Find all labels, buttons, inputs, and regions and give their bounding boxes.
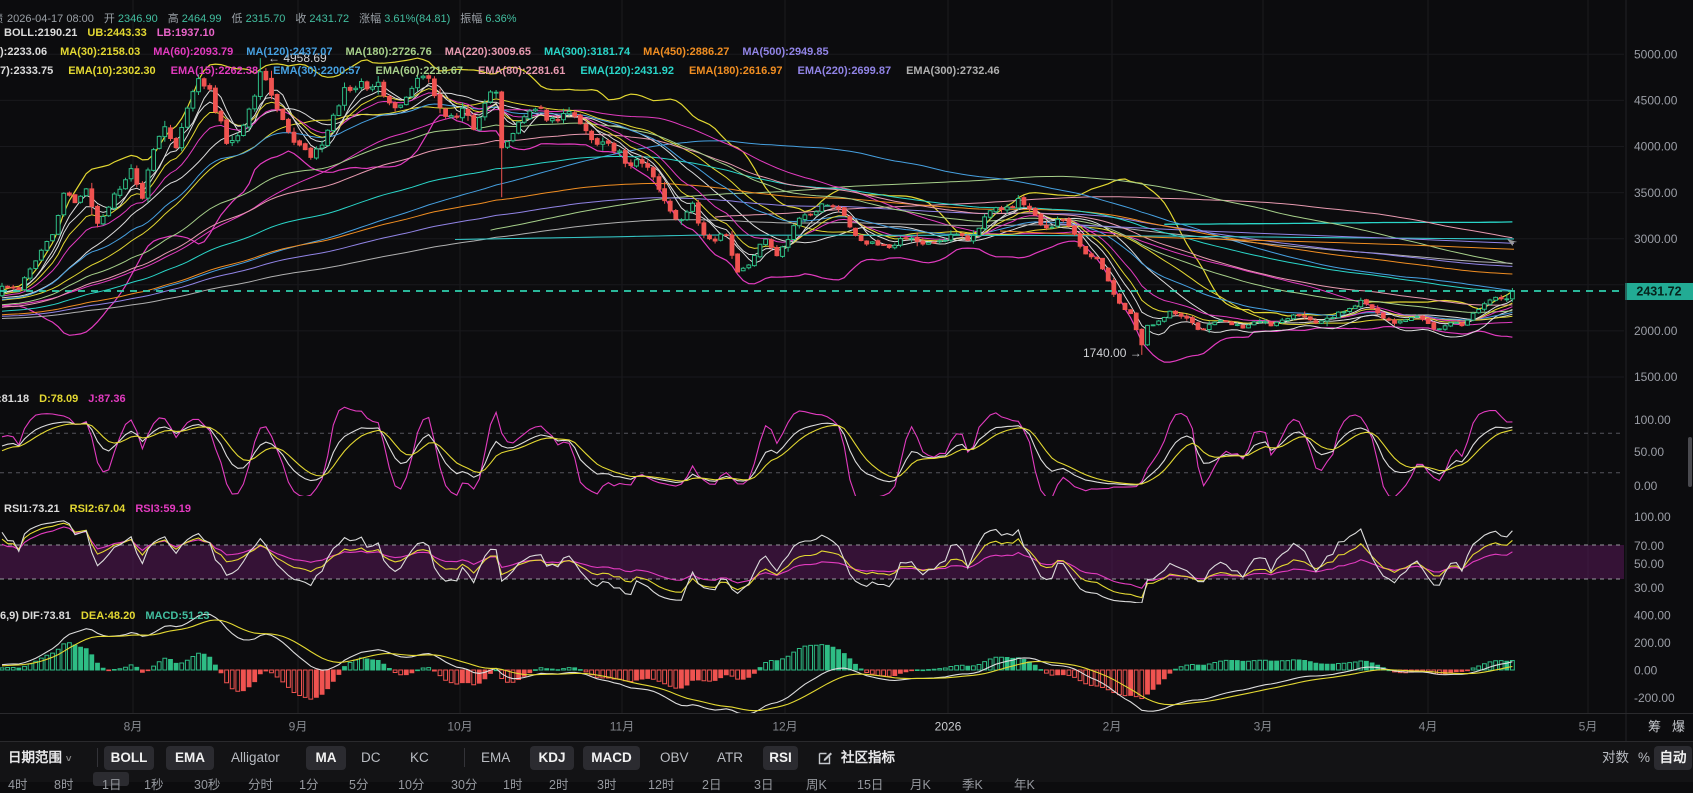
svg-text:3月: 3月 [1254, 720, 1273, 734]
svg-text:-200.00: -200.00 [1634, 691, 1675, 705]
svg-text:10月: 10月 [447, 720, 472, 734]
svg-text:50.00: 50.00 [1634, 557, 1664, 571]
svg-text:2431.72: 2431.72 [1636, 285, 1681, 299]
svg-text:0.00: 0.00 [1634, 664, 1658, 678]
svg-text:爆: 爆 [1672, 719, 1685, 734]
svg-text:100.00: 100.00 [1634, 413, 1671, 427]
svg-text:70.00: 70.00 [1634, 539, 1664, 553]
svg-text:400.00: 400.00 [1634, 609, 1671, 623]
svg-text:200.00: 200.00 [1634, 636, 1671, 650]
svg-text:11月: 11月 [610, 720, 634, 734]
svg-text:100.00: 100.00 [1634, 510, 1671, 524]
svg-text:1740.00 →: 1740.00 → [1083, 346, 1142, 360]
svg-text:8月: 8月 [124, 720, 143, 734]
svg-text:4月: 4月 [1419, 720, 1438, 734]
svg-text:2026: 2026 [935, 720, 962, 734]
svg-text:3500.00: 3500.00 [1634, 186, 1678, 200]
svg-text:9月: 9月 [289, 720, 308, 734]
svg-text:4000.00: 4000.00 [1634, 140, 1678, 154]
svg-text:12月: 12月 [772, 720, 797, 734]
svg-text:4500.00: 4500.00 [1634, 94, 1678, 108]
svg-text:5月: 5月 [1579, 720, 1598, 734]
svg-text:1500.00: 1500.00 [1634, 370, 1678, 384]
svg-text:筹: 筹 [1648, 719, 1661, 734]
svg-text:2月: 2月 [1103, 720, 1122, 734]
svg-text:50.00: 50.00 [1634, 445, 1664, 459]
svg-text:5000.00: 5000.00 [1634, 48, 1678, 62]
svg-text:0.00: 0.00 [1634, 479, 1658, 493]
svg-text:2000.00: 2000.00 [1634, 324, 1678, 338]
svg-text:30.00: 30.00 [1634, 581, 1664, 595]
svg-text:3000.00: 3000.00 [1634, 232, 1678, 246]
